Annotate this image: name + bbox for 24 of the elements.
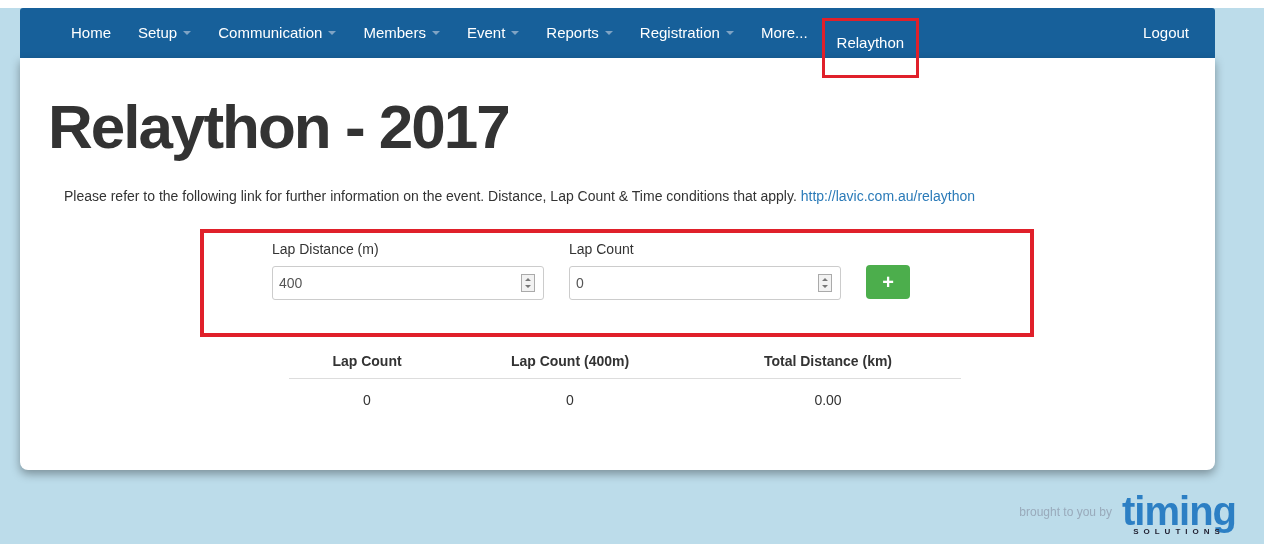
number-field[interactable]: 400: [272, 266, 544, 300]
number-field[interactable]: 0: [569, 266, 841, 300]
logout-link[interactable]: Logout: [1143, 21, 1189, 45]
column-header: Lap Count (400m): [509, 352, 631, 371]
field-label: Lap Count: [569, 240, 634, 259]
intro-text: Please refer to the following link for further information on the event. Distance, Lap Count & Time conditions that apply. http://lavic.com.au/relaython: [64, 187, 975, 206]
nav-link[interactable]: Event: [453, 8, 533, 58]
spinner-icon[interactable]: [521, 274, 535, 292]
nav-link[interactable]: Reports: [533, 8, 626, 58]
column-header: Lap Count: [331, 352, 403, 371]
nav-link[interactable]: Registration: [626, 8, 747, 58]
field-label: Lap Distance (m): [272, 240, 379, 259]
nav-link[interactable]: Communication: [205, 8, 350, 58]
spinner-icon[interactable]: [818, 274, 832, 292]
column-header: Total Distance (km): [762, 352, 894, 371]
nav-link[interactable]: Home: [58, 8, 124, 58]
nav-link[interactable]: More...: [747, 8, 821, 58]
nav-link[interactable]: Relaython: [821, 18, 920, 78]
nav-link[interactable]: Setup: [125, 8, 205, 58]
nav-link[interactable]: Members: [350, 8, 453, 58]
table-cell-text: 0: [362, 390, 372, 410]
table-cell-text: 0.00: [813, 390, 843, 410]
table-cell-text: 0: [565, 390, 575, 410]
info-link[interactable]: http://lavic.com.au/relaython: [800, 188, 975, 204]
